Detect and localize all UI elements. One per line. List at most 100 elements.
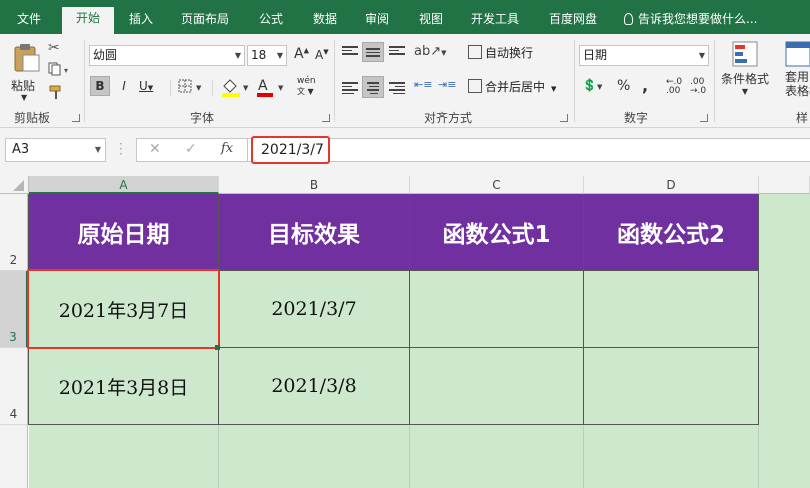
tab-view[interactable]: 视图 bbox=[408, 8, 454, 34]
separator bbox=[84, 40, 85, 122]
select-all-corner[interactable] bbox=[0, 176, 29, 194]
row-header-5[interactable] bbox=[0, 425, 28, 488]
cell-c2[interactable]: 函数公式1 bbox=[410, 194, 584, 271]
clipboard-launcher-icon[interactable] bbox=[72, 114, 80, 122]
tab-home[interactable]: 开始 bbox=[62, 7, 114, 34]
wrap-text-button[interactable]: 自动换行 bbox=[468, 44, 533, 61]
orientation-icon[interactable]: ab↗▼ bbox=[414, 44, 447, 59]
tab-review[interactable]: 审阅 bbox=[354, 8, 400, 34]
font-size-combo[interactable]: 18 ▼ bbox=[247, 45, 287, 66]
chevron-down-icon: ▼ bbox=[551, 85, 557, 93]
separator bbox=[170, 80, 171, 96]
column-header-e[interactable] bbox=[759, 176, 810, 194]
row-header-3[interactable]: 3 bbox=[0, 271, 28, 348]
tab-file[interactable]: 文件 bbox=[4, 8, 54, 34]
gridline bbox=[583, 425, 584, 488]
alignment-launcher-icon[interactable] bbox=[560, 114, 568, 122]
format-painter-icon[interactable] bbox=[48, 84, 66, 100]
phonetic-guide-icon[interactable]: wén 文 ▼ bbox=[297, 76, 327, 98]
number-format-value: 日期 bbox=[583, 48, 608, 62]
format-as-table-label: 套用 表格格 bbox=[785, 70, 810, 98]
svg-text:▾: ▾ bbox=[64, 66, 68, 75]
cell-c3[interactable] bbox=[410, 271, 584, 348]
column-header-d[interactable]: D bbox=[584, 176, 759, 194]
tell-me-search[interactable]: 告诉我您想要做什么... bbox=[624, 8, 757, 30]
accounting-format-icon[interactable]: 💲▼ bbox=[582, 78, 602, 92]
cell-d4[interactable] bbox=[584, 348, 759, 425]
column-header-a[interactable]: A bbox=[29, 176, 219, 194]
percent-button[interactable]: % bbox=[617, 78, 630, 94]
bold-button[interactable]: B bbox=[90, 76, 110, 96]
font-color-icon[interactable]: A ▼ bbox=[256, 76, 288, 98]
svg-text:▼: ▼ bbox=[278, 84, 284, 92]
number-format-combo[interactable]: 日期 ▼ bbox=[579, 45, 709, 66]
increase-font-icon[interactable]: A▲ bbox=[294, 46, 309, 62]
font-launcher-icon[interactable] bbox=[322, 114, 330, 122]
enter-icon[interactable]: ✓ bbox=[185, 141, 197, 157]
row-header-2[interactable]: 2 bbox=[0, 194, 28, 271]
copy-icon[interactable]: ▾ bbox=[48, 62, 74, 78]
merge-center-button[interactable]: 合并后居中 ▼ bbox=[468, 78, 556, 95]
chevron-down-icon: ▼ bbox=[147, 84, 154, 92]
number-launcher-icon[interactable] bbox=[700, 114, 708, 122]
align-top-icon[interactable] bbox=[342, 44, 358, 57]
cell-a4[interactable]: 2021年3月8日 bbox=[29, 348, 219, 425]
alignment-group-label: 对齐方式 bbox=[424, 111, 473, 125]
decrease-indent-icon[interactable]: ⇤≡ bbox=[414, 78, 432, 91]
chevron-down-icon: ▼ bbox=[94, 145, 101, 154]
chevron-down-icon: ▼ bbox=[234, 51, 241, 60]
formula-value-highlight[interactable]: 2021/3/7 bbox=[251, 136, 330, 164]
more-options-icon[interactable]: · · · bbox=[119, 138, 123, 160]
svg-text:A: A bbox=[258, 78, 268, 94]
format-as-table-button[interactable]: 套用 表格格 bbox=[784, 38, 810, 106]
cell-d3[interactable] bbox=[584, 271, 759, 348]
align-bottom-icon[interactable] bbox=[389, 44, 405, 57]
column-header-c[interactable]: C bbox=[410, 176, 584, 194]
formula-input[interactable] bbox=[248, 138, 810, 162]
tab-insert[interactable]: 插入 bbox=[118, 8, 164, 34]
cell-c4[interactable] bbox=[410, 348, 584, 425]
fill-color-icon[interactable]: ▼ bbox=[220, 76, 252, 98]
comma-style-button[interactable]: , bbox=[642, 76, 648, 95]
tab-formulas[interactable]: 公式 bbox=[248, 8, 294, 34]
underline-button[interactable]: U▼ bbox=[138, 76, 162, 96]
chevron-down-icon: ▼ bbox=[741, 87, 749, 96]
font-name-combo[interactable]: 幼圆 ▼ bbox=[89, 45, 245, 66]
cancel-icon[interactable]: ✕ bbox=[149, 141, 161, 157]
decrease-decimal-icon[interactable]: .00 →.0 bbox=[690, 78, 706, 96]
tab-data[interactable]: 数据 bbox=[302, 8, 348, 34]
cell-b2[interactable]: 目标效果 bbox=[219, 194, 410, 271]
fill-handle[interactable] bbox=[215, 345, 220, 350]
cut-icon[interactable]: ✂ bbox=[48, 40, 66, 56]
increase-indent-icon[interactable]: ⇥≡ bbox=[438, 78, 456, 91]
conditional-format-button[interactable]: 条件格式 ▼ bbox=[718, 38, 772, 106]
tab-baidu-netdisk[interactable]: 百度网盘 bbox=[540, 8, 606, 34]
cell-a2[interactable]: 原始日期 bbox=[29, 194, 219, 271]
increase-decimal-icon[interactable]: ←.0.00 bbox=[666, 78, 682, 96]
align-center-icon[interactable] bbox=[362, 76, 384, 98]
tab-developer[interactable]: 开发工具 bbox=[462, 8, 528, 34]
italic-button[interactable]: I bbox=[115, 76, 133, 96]
chevron-down-icon: ▼ bbox=[698, 51, 705, 60]
cell-d2[interactable]: 函数公式2 bbox=[584, 194, 759, 271]
decrease-font-icon[interactable]: A▼ bbox=[315, 48, 329, 62]
underline-label: U bbox=[139, 79, 148, 93]
align-right-icon[interactable] bbox=[389, 80, 405, 96]
name-box[interactable]: A3 ▼ bbox=[5, 138, 106, 162]
align-middle-icon[interactable] bbox=[362, 42, 384, 62]
borders-icon[interactable]: ▼ bbox=[178, 78, 206, 96]
worksheet: A B C D 2 3 4 原始日期 目标效果 函数公式1 函数公式2 2021… bbox=[0, 176, 810, 488]
row-header-4[interactable]: 4 bbox=[0, 348, 28, 425]
menu-bar: 文件 开始 插入 页面布局 公式 数据 审阅 视图 开发工具 百度网盘 告诉我您… bbox=[0, 0, 810, 34]
font-group-label: 字体 bbox=[190, 111, 215, 125]
cell-b3[interactable]: 2021/3/7 bbox=[219, 271, 410, 348]
cell-b4[interactable]: 2021/3/8 bbox=[219, 348, 410, 425]
tab-page-layout[interactable]: 页面布局 bbox=[172, 8, 238, 34]
table-style-icon bbox=[785, 41, 810, 67]
phonetic-label: wén bbox=[297, 76, 316, 86]
column-header-b[interactable]: B bbox=[219, 176, 410, 194]
align-left-icon[interactable] bbox=[342, 80, 358, 96]
paste-button[interactable]: 粘贴 ▼ bbox=[8, 38, 42, 102]
insert-function-button[interactable]: fx bbox=[221, 141, 233, 156]
merge-label: 合并后居中 bbox=[485, 80, 546, 94]
